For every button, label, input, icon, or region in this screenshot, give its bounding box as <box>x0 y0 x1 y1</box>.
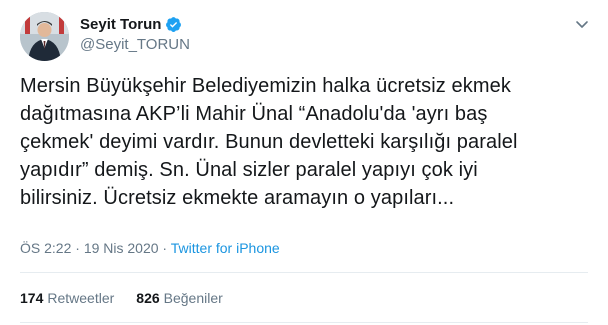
meta-separator: · <box>71 240 84 256</box>
tweet-text-line: çekmek' deyimi vardır. Bunun devletteki … <box>20 131 518 153</box>
chevron-down-icon[interactable] <box>574 16 590 32</box>
tweet-date[interactable]: 19 Nis 2020 <box>84 240 159 256</box>
author-name[interactable]: Seyit Torun <box>80 16 182 33</box>
retweets-count: 174 <box>20 290 44 306</box>
likes-label: Beğeniler <box>163 290 223 306</box>
divider <box>20 272 588 273</box>
tweet-stats: 174 Retweetler 826 Beğeniler <box>20 290 223 306</box>
tweet-card: Seyit Torun @Seyit_TORUN Mersin Büyükşeh… <box>0 0 608 325</box>
divider <box>20 322 588 323</box>
tweet-meta: ÖS 2:22 · 19 Nis 2020 · Twitter for iPho… <box>20 240 280 256</box>
tweet-text-line: dağıtmasına AKP’li Mahir Ünal “Anadolu'd… <box>20 103 488 125</box>
retweets-stat[interactable]: 174 Retweetler <box>20 290 114 306</box>
author-name-text: Seyit Torun <box>80 16 162 33</box>
tweet-text-line: bilirsiniz. Ücretsiz ekmekte aramayın o … <box>20 187 455 209</box>
likes-stat[interactable]: 826 Beğeniler <box>136 290 223 306</box>
avatar-image <box>20 12 69 61</box>
tweet-source-link[interactable]: Twitter for iPhone <box>171 240 280 256</box>
tweet-text-line: yapıdır” demiş. Sn. Ünal sizler paralel … <box>20 159 478 181</box>
avatar[interactable] <box>20 12 69 61</box>
tweet-text-line: Mersin Büyükşehir Belediyemizin halka üc… <box>20 75 511 97</box>
tweet-time[interactable]: ÖS 2:22 <box>20 240 71 256</box>
meta-separator: · <box>158 240 171 256</box>
author-handle[interactable]: @Seyit_TORUN <box>80 36 190 53</box>
likes-count: 826 <box>136 290 160 306</box>
retweets-label: Retweetler <box>47 290 115 306</box>
tweet-text: Mersin Büyükşehir Belediyemizin halka üc… <box>20 72 595 212</box>
verified-badge-icon <box>166 17 182 32</box>
